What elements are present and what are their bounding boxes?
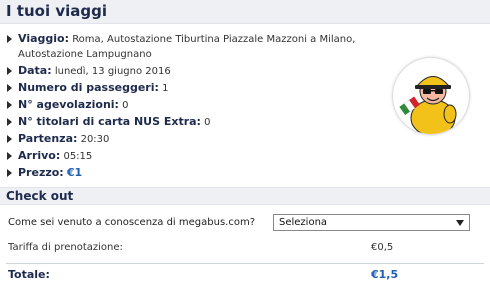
triangle-right-icon bbox=[7, 118, 12, 126]
chevron-down-icon bbox=[456, 220, 464, 226]
source-question-label: Come sei venuto a conoscenza di megabus.… bbox=[8, 217, 256, 228]
triangle-right-icon bbox=[7, 169, 12, 177]
departure-label: Partenza: bbox=[18, 132, 78, 145]
total-value: €1,5 bbox=[371, 268, 399, 281]
triangle-right-icon bbox=[7, 35, 12, 43]
checkout-title: Check out bbox=[6, 189, 74, 203]
arrival-row: Arrivo: 05:15 bbox=[6, 148, 386, 165]
total-label: Totale: bbox=[8, 268, 50, 281]
arrival-value: 05:15 bbox=[63, 151, 93, 162]
journey-label: Viaggio: bbox=[18, 32, 69, 45]
discounts-value: 0 bbox=[122, 100, 129, 111]
date-label: Data: bbox=[18, 64, 52, 77]
price-row: Prezzo: €1 bbox=[6, 165, 386, 182]
source-select[interactable]: Seleziona bbox=[273, 214, 470, 231]
triangle-right-icon bbox=[7, 152, 12, 160]
discounts-row: N° agevolazioni: 0 bbox=[6, 97, 386, 114]
arrival-label: Arrivo: bbox=[18, 149, 61, 162]
divider bbox=[6, 263, 484, 264]
price-label: Prezzo: bbox=[18, 166, 64, 179]
passengers-label: Numero di passeggeri: bbox=[18, 81, 159, 94]
page-title: I tuoi viaggi bbox=[6, 2, 107, 20]
journey-row: Viaggio: Roma, Autostazione Tiburtina Pi… bbox=[6, 31, 386, 63]
booking-fee-label: Tariffa di prenotazione: bbox=[8, 242, 123, 253]
page-header: I tuoi viaggi bbox=[0, 0, 490, 24]
date-row: Data: lunedì, 13 giugno 2016 bbox=[6, 63, 386, 80]
departure-row: Partenza: 20:30 bbox=[6, 131, 386, 148]
mascot-icon bbox=[393, 58, 469, 134]
date-value: lunedì, 13 giugno 2016 bbox=[54, 66, 171, 77]
discounts-label: N° agevolazioni: bbox=[18, 98, 119, 111]
nus-row: N° titolari di carta NUS Extra: 0 bbox=[6, 114, 386, 131]
passengers-row: Numero di passeggeri: 1 bbox=[6, 80, 386, 97]
triangle-right-icon bbox=[7, 135, 12, 143]
booking-fee-value: €0,5 bbox=[371, 242, 394, 253]
triangle-right-icon bbox=[7, 67, 12, 75]
journey-value: Roma, Autostazione Tiburtina Piazzale Ma… bbox=[18, 34, 356, 60]
nus-value: 0 bbox=[204, 117, 211, 128]
megabus-mascot-logo bbox=[393, 58, 469, 134]
price-value: €1 bbox=[66, 166, 83, 179]
trip-details: Viaggio: Roma, Autostazione Tiburtina Pi… bbox=[6, 31, 386, 182]
triangle-right-icon bbox=[7, 101, 12, 109]
departure-value: 20:30 bbox=[80, 134, 110, 145]
passengers-value: 1 bbox=[162, 83, 169, 94]
triangle-right-icon bbox=[7, 84, 12, 92]
nus-label: N° titolari di carta NUS Extra: bbox=[18, 115, 201, 128]
source-select-value: Seleziona bbox=[279, 217, 328, 228]
checkout-header: Check out bbox=[0, 187, 490, 205]
